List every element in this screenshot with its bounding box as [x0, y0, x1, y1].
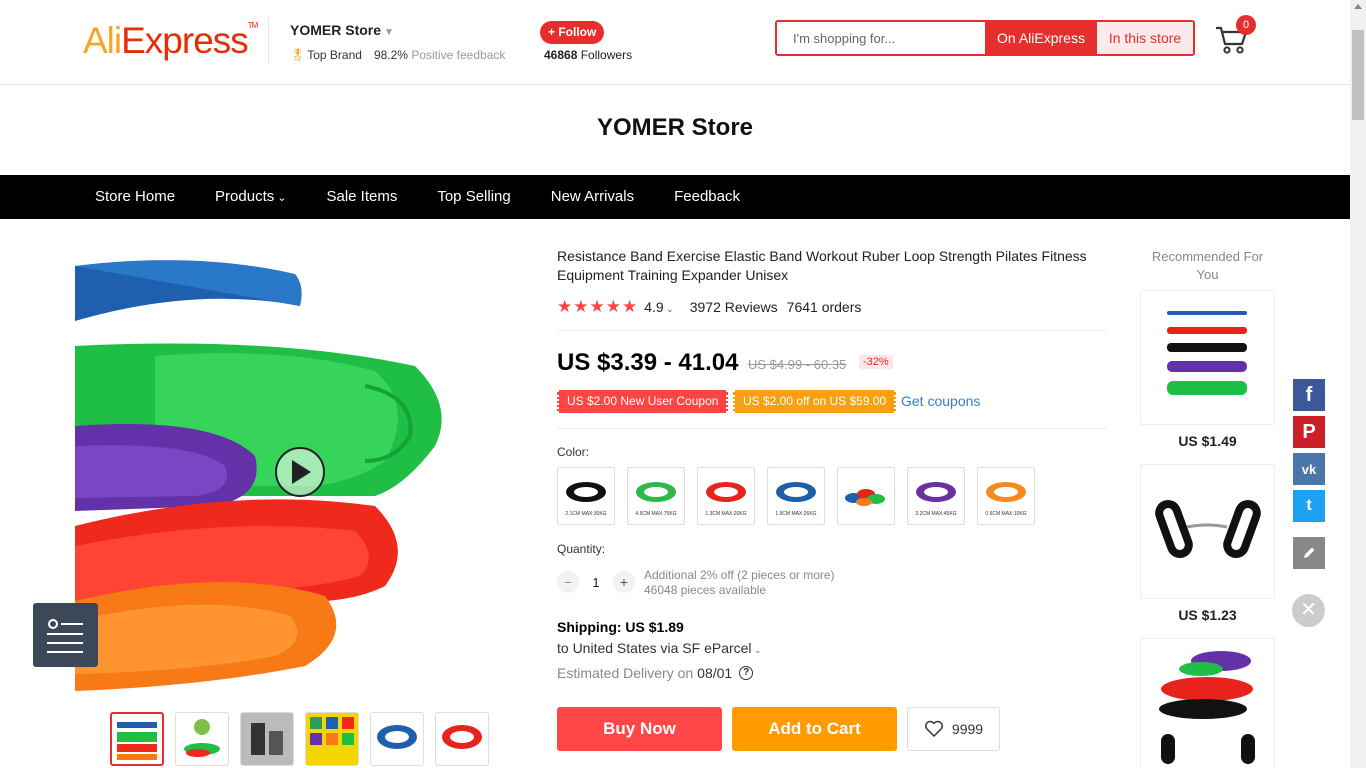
wishlist-count: 9999 [951, 721, 984, 737]
search-in-store-button[interactable]: In this store [1097, 22, 1193, 54]
thumbnail-3[interactable] [240, 712, 294, 766]
scroll-up-icon[interactable] [1354, 4, 1362, 9]
chevron-down-icon: ⌄ [663, 304, 674, 314]
recommended-item-2[interactable] [1140, 464, 1275, 599]
facebook-share-icon[interactable]: f [1293, 379, 1325, 411]
page: AliExpressTM YOMER Store ▼ 🎖 Top Brand 98.2… [0, 0, 1366, 768]
feedback-label: Positive feedback [411, 48, 506, 62]
svg-text:4.5CM MAX:75KG: 4.5CM MAX:75KG [635, 511, 676, 517]
store-title: YOMER Store [596, 114, 754, 141]
color-swatches: 2.1CM MAX:30KG 4.5CM MAX:75KG 1.3CM MAX:20… [557, 467, 1035, 525]
scrollbar-thumb[interactable] [1352, 30, 1364, 120]
recommended-price-1: US $1.49 [1178, 433, 1237, 449]
chevron-down-icon: ⌄ [277, 192, 287, 204]
search-input[interactable] [777, 22, 985, 54]
medal-icon: 🎖 [290, 48, 306, 62]
color-label: Color: [557, 445, 590, 459]
search-bar: On AliExpress In this store [775, 20, 1195, 56]
color-swatch[interactable]: 0.6CM MAX:10KG [977, 467, 1035, 525]
quantity-decrease-button[interactable]: − [557, 571, 579, 593]
rating-value[interactable]: 4.9 ⌄ [644, 299, 674, 315]
add-to-cart-button[interactable]: Add to Cart [732, 707, 897, 751]
svg-text:1.3CM MAX:20KG: 1.3CM MAX:20KG [705, 511, 746, 517]
svg-text:1.9CM MAX:26KG: 1.9CM MAX:26KG [775, 511, 816, 517]
nav-products[interactable]: Products ⌄ [195, 175, 306, 219]
nav-top-selling[interactable]: Top Selling [417, 175, 530, 219]
color-swatch[interactable]: 1.3CM MAX:20KG [697, 467, 755, 525]
color-swatch[interactable]: 2.1CM MAX:30KG [557, 467, 615, 525]
thumbnail-2[interactable] [175, 712, 229, 766]
new-user-coupon[interactable]: US $2.00 New User Coupon [557, 390, 729, 413]
follow-button[interactable]: + Follow [540, 21, 605, 44]
svg-text:0.6CM MAX:10KG: 0.6CM MAX:10KG [985, 511, 1026, 517]
edit-icon[interactable] [1293, 537, 1325, 569]
original-price: US $4.99 - 60.35 [748, 357, 847, 372]
shipping-method[interactable]: to United States via SF eParcel ⌄ [557, 640, 762, 656]
thumbnail-6[interactable] [435, 712, 489, 766]
nav-store-home[interactable]: Store Home [75, 175, 195, 219]
vk-share-icon[interactable]: vk [1293, 453, 1325, 485]
product-main-image[interactable] [75, 246, 525, 696]
recommended-price-2: US $1.23 [1178, 607, 1237, 623]
thumbnail-5[interactable] [370, 712, 424, 766]
chevron-down-icon: ⌄ [751, 645, 762, 655]
thumbnail-strip [110, 712, 489, 766]
top-header: AliExpressTM YOMER Store ▼ 🎖 Top Brand 98.2… [0, 0, 1350, 85]
color-swatch[interactable]: 3.2CM MAX:45KG [907, 467, 965, 525]
store-coupon[interactable]: US $2.00 off on US $59.00 [733, 390, 897, 413]
shipping-cost: Shipping: US $1.89 [557, 619, 684, 635]
rating-row: ★★★★★ 4.9 ⌄ 3972 Reviews 7641 orders [557, 297, 861, 317]
recommended-item-3[interactable] [1140, 638, 1275, 768]
search-on-aliexpress-button[interactable]: On AliExpress [985, 22, 1097, 54]
buy-now-button[interactable]: Buy Now [557, 707, 722, 751]
store-nav: Store Home Products ⌄ Sale Items Top Sell… [0, 175, 1350, 219]
help-icon[interactable]: ? [739, 666, 754, 680]
feedback-percent: 98.2% [373, 48, 408, 62]
pinterest-share-icon[interactable]: P [1293, 416, 1325, 448]
floating-menu-button[interactable] [33, 603, 98, 667]
heart-icon [924, 720, 943, 737]
quantity-label: Quantity: [557, 542, 606, 556]
top-brand-badge: Top Brand [307, 48, 362, 62]
svg-text:3.2CM MAX:45KG: 3.2CM MAX:45KG [915, 511, 956, 517]
nav-sale-items[interactable]: Sale Items [306, 175, 417, 219]
color-swatch[interactable]: 1.9CM MAX:26KG [767, 467, 825, 525]
quantity-input[interactable]: 1 [579, 575, 613, 590]
rating-stars-icon: ★★★★★ [557, 297, 639, 316]
aliexpress-logo[interactable]: AliExpressTM [83, 20, 258, 62]
get-coupons-link[interactable]: Get coupons [901, 393, 980, 409]
divider [557, 428, 1107, 429]
color-swatch[interactable]: 4.5CM MAX:75KG [627, 467, 685, 525]
cart-count-badge: 0 [1236, 15, 1256, 35]
store-meta: 🎖 Top Brand 98.2% Positive feedback [290, 48, 505, 62]
divider [557, 330, 1107, 331]
thumbnail-1[interactable] [110, 712, 164, 766]
product-price: US $3.39 - 41.04 [557, 349, 739, 376]
header-divider [268, 18, 269, 64]
close-share-button[interactable]: ✕ [1292, 594, 1325, 627]
nav-feedback[interactable]: Feedback [654, 175, 760, 219]
quantity-stepper: − 1 + [557, 571, 635, 593]
thumbnail-4[interactable] [305, 712, 359, 766]
wishlist-button[interactable]: 9999 [907, 707, 1000, 751]
svg-text:2.1CM MAX:30KG: 2.1CM MAX:30KG [565, 511, 606, 517]
orders-count: 7641 orders [786, 299, 862, 315]
store-name-link[interactable]: YOMER Store ▼ [290, 22, 394, 38]
quantity-note: Additional 2% off (2 pieces or more) 460… [644, 568, 835, 597]
quantity-increase-button[interactable]: + [613, 571, 635, 593]
followers-count: 46868 Followers [544, 48, 633, 62]
twitter-share-icon[interactable]: t [1293, 490, 1325, 522]
product-title: Resistance Band Exercise Elastic Band Wo… [557, 248, 1087, 283]
color-swatch[interactable] [837, 467, 895, 525]
recommended-title: Recommended For You [1151, 249, 1264, 282]
nav-new-arrivals[interactable]: New Arrivals [531, 175, 654, 219]
reviews-count[interactable]: 3972 Reviews [690, 299, 778, 315]
chevron-down-icon: ▼ [384, 27, 394, 38]
recommended-item-1[interactable] [1140, 290, 1275, 425]
discount-badge: -32% [859, 355, 893, 369]
estimated-delivery: Estimated Delivery on 08/01 ? [557, 665, 754, 681]
